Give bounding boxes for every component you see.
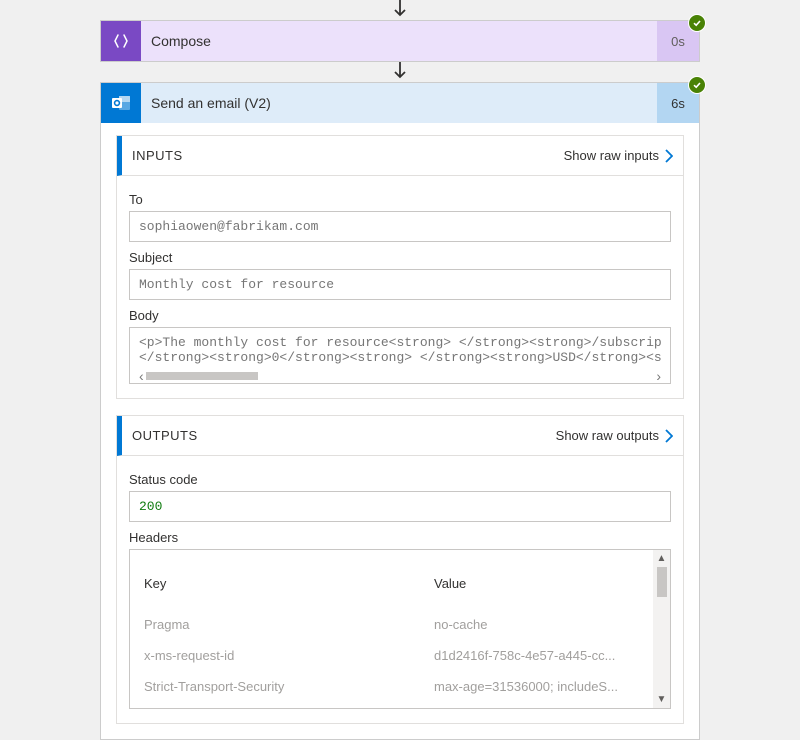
scroll-left-icon[interactable]: ‹ [139, 369, 144, 383]
flow-arrow-top [0, 0, 800, 20]
send-email-header[interactable]: Send an email (V2) 6s [101, 83, 699, 123]
scroll-down-icon[interactable]: ▼ [653, 691, 670, 708]
chevron-right-icon [665, 429, 673, 443]
body-value[interactable]: <p>The monthly cost for resource<strong>… [129, 327, 671, 384]
header-value: max-age=31536000; includeS... [434, 679, 656, 694]
flow-arrow-middle [0, 62, 800, 82]
scroll-thumb[interactable] [146, 372, 258, 380]
body-line-1: <p>The monthly cost for resource<strong>… [139, 335, 661, 350]
show-raw-inputs-label: Show raw inputs [564, 148, 659, 163]
headers-key-col: Key [144, 576, 434, 591]
outlook-icon [101, 83, 141, 123]
table-row: Strict-Transport-Security max-age=315360… [144, 671, 656, 702]
subject-label: Subject [129, 250, 671, 265]
send-email-title: Send an email (V2) [141, 83, 657, 123]
show-raw-inputs-link[interactable]: Show raw inputs [564, 148, 673, 163]
to-value[interactable]: sophiaowen@fabrikam.com [129, 211, 671, 242]
header-key: x-ms-request-id [144, 648, 434, 663]
show-raw-outputs-label: Show raw outputs [556, 428, 659, 443]
header-value: no-cache [434, 617, 656, 632]
header-key: Strict-Transport-Security [144, 679, 434, 694]
headers-value-col: Value [434, 576, 656, 591]
table-row: x-ms-request-id d1d2416f-758c-4e57-a445-… [144, 640, 656, 671]
body-line-2: </strong><strong>0</strong><strong> </st… [139, 350, 661, 365]
header-key: Pragma [144, 617, 434, 632]
headers-table: Key Value Pragma no-cache x-ms-request-i… [129, 549, 671, 709]
status-code-value[interactable]: 200 [129, 491, 671, 522]
compose-title: Compose [141, 21, 657, 61]
header-value: d1d2416f-758c-4e57-a445-cc... [434, 648, 656, 663]
send-email-card: Send an email (V2) 6s INPUTS Show raw in… [100, 82, 700, 740]
show-raw-outputs-link[interactable]: Show raw outputs [556, 428, 673, 443]
success-badge-icon [688, 76, 706, 94]
headers-vertical-scrollbar[interactable]: ▲ ▼ [653, 550, 670, 708]
outputs-section: OUTPUTS Show raw outputs Status code 200… [116, 415, 684, 724]
scroll-up-icon[interactable]: ▲ [653, 550, 670, 567]
status-code-label: Status code [129, 472, 671, 487]
body-label: Body [129, 308, 671, 323]
compose-card[interactable]: Compose 0s [100, 20, 700, 62]
outputs-header: OUTPUTS Show raw outputs [117, 416, 683, 456]
headers-label: Headers [129, 530, 671, 545]
scroll-right-icon[interactable]: › [656, 369, 661, 383]
outputs-heading: OUTPUTS [132, 428, 198, 443]
scroll-track[interactable] [258, 372, 657, 380]
vscroll-thumb[interactable] [657, 567, 667, 597]
compose-icon [101, 21, 141, 61]
subject-value[interactable]: Monthly cost for resource [129, 269, 671, 300]
inputs-section: INPUTS Show raw inputs To sophiaowen@fab… [116, 135, 684, 399]
table-row: Pragma no-cache [144, 609, 656, 640]
headers-header-row: Key Value [144, 568, 656, 609]
inputs-header: INPUTS Show raw inputs [117, 136, 683, 176]
body-horizontal-scrollbar[interactable]: ‹ › [139, 369, 661, 383]
inputs-heading: INPUTS [132, 148, 183, 163]
chevron-right-icon [665, 149, 673, 163]
to-label: To [129, 192, 671, 207]
success-badge-icon [688, 14, 706, 32]
